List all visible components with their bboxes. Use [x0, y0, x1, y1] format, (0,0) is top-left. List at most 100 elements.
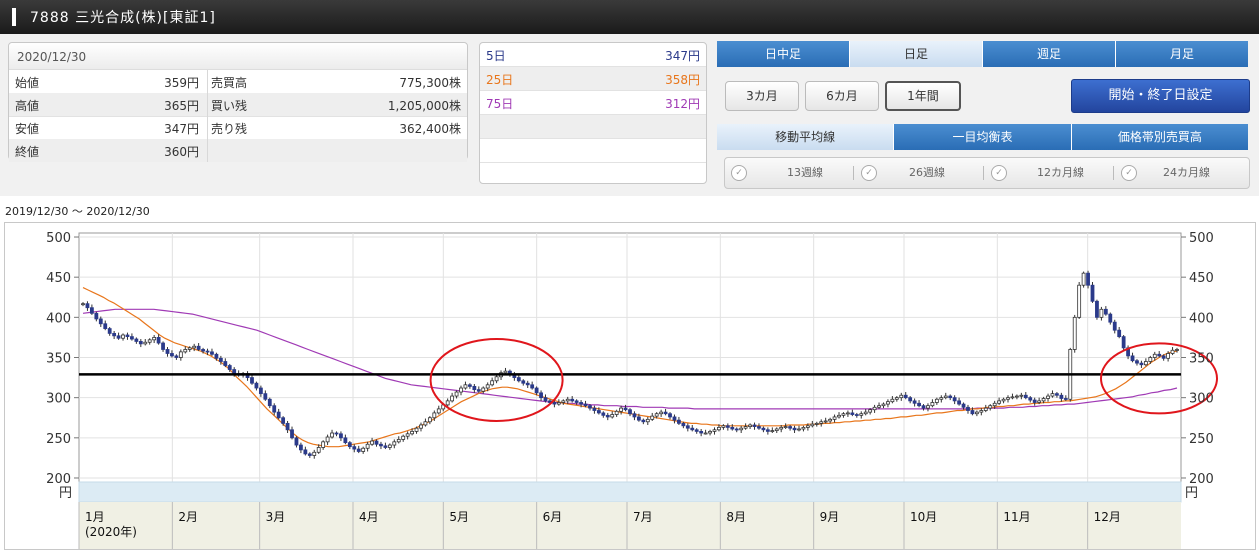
title-bar: 7888 三光合成(株)[東証1] [0, 0, 1259, 34]
candle-body [1170, 349, 1175, 354]
candle-body [792, 427, 797, 431]
candle-body [330, 432, 334, 438]
candle-body [281, 417, 286, 424]
candle-body [276, 411, 281, 419]
divider [853, 166, 854, 180]
candle-body [481, 387, 486, 392]
candle-body [1117, 329, 1122, 338]
ma-row-empty [480, 115, 706, 139]
candle-body [383, 445, 388, 448]
tab-moving-average[interactable]: 移動平均線 [717, 124, 895, 150]
ma-value: 358円 [665, 73, 700, 87]
candle-body [605, 414, 610, 418]
quote-value: 359円 [164, 76, 199, 90]
candle-body [187, 347, 192, 350]
y-tick-label: 400 [1189, 311, 1214, 326]
candle-body [903, 394, 908, 399]
candle-body [156, 337, 161, 344]
candle-body [192, 345, 197, 349]
toggle-24m[interactable]: ✓ 24カ月線 [1121, 158, 1245, 188]
candle-body [379, 443, 383, 447]
candle-body [1072, 316, 1077, 350]
candle-body [708, 430, 712, 434]
candle-body [659, 411, 664, 415]
y-tick-label: 250 [46, 432, 71, 447]
candle-body [743, 426, 748, 429]
candle-body [361, 447, 366, 452]
candle-body [1112, 321, 1117, 331]
tab-weekly[interactable]: 週足 [983, 41, 1116, 67]
month-label: 6月 [543, 510, 563, 524]
candle-body [285, 422, 290, 431]
candle-body [641, 419, 646, 423]
period-tabs: 日中足 日足 週足 月足 [717, 41, 1248, 67]
candle-body [614, 410, 619, 415]
y-tick-label: 250 [1189, 432, 1214, 447]
candle-body [1139, 362, 1144, 366]
candle-body [494, 376, 499, 382]
candle-body [436, 408, 441, 414]
candle-body [112, 333, 117, 337]
quote-label: 高値 [15, 99, 40, 113]
candle-body [352, 446, 357, 450]
candle-body [1121, 336, 1126, 349]
candle-body [1001, 398, 1006, 402]
tab-ichimoku[interactable]: 一目均衡表 [894, 124, 1072, 150]
candle-body [717, 426, 721, 431]
candle-body [983, 407, 988, 411]
candle-body [263, 393, 268, 400]
tab-daily[interactable]: 日足 [850, 41, 983, 67]
candle-body [757, 426, 761, 429]
candle-body [454, 391, 459, 397]
candle [1095, 299, 1099, 320]
candle-body [654, 413, 659, 417]
set-date-range-button[interactable]: 開始・終了日設定 [1071, 79, 1250, 113]
toggle-13w[interactable]: ✓ 13週線 [731, 158, 855, 188]
quote-date: 2020/12/30 [17, 50, 87, 64]
candle-body [299, 444, 303, 451]
candle-body [926, 405, 930, 409]
y-tick-label: 500 [46, 231, 71, 246]
quote-value: 365円 [164, 99, 199, 113]
y-tick-label: 200 [46, 472, 71, 487]
range-3m-button[interactable]: 3カ月 [725, 81, 799, 111]
candle-body [165, 349, 170, 354]
candle-body [1148, 357, 1153, 362]
quote-value: 775,300株 [399, 76, 461, 90]
candle-body [290, 429, 294, 439]
candle-body [570, 398, 575, 402]
toggle-12m[interactable]: ✓ 12カ月線 [991, 158, 1115, 188]
candle-body [979, 410, 984, 413]
candle-body [530, 384, 535, 389]
ma-row-5: 5日 347円 [480, 43, 706, 67]
candle-body [410, 430, 414, 435]
tab-volume-by-price[interactable]: 価格帯別売買高 [1071, 124, 1248, 150]
candle-body [205, 350, 210, 353]
candle-body [1077, 284, 1082, 318]
tab-intraday[interactable]: 日中足 [717, 41, 850, 67]
candle-body [748, 424, 752, 427]
stock-title: 7888 三光合成(株)[東証1] [30, 10, 216, 26]
candle-body [774, 428, 779, 431]
toggle-26w[interactable]: ✓ 26週線 [861, 158, 985, 188]
candle-body [392, 441, 397, 446]
y-tick-label: 450 [46, 271, 71, 286]
quote-row-high: 高値 365円 買い残 1,205,000株 [9, 93, 467, 117]
tab-monthly[interactable]: 月足 [1116, 41, 1248, 67]
candle-body [770, 430, 775, 432]
candle-body [516, 377, 521, 382]
candle-body [681, 422, 686, 427]
candle-body [468, 384, 472, 387]
range-6m-button[interactable]: 6カ月 [805, 81, 879, 111]
candle-body [1028, 397, 1033, 401]
candle-body [1135, 360, 1139, 364]
candle-body [899, 394, 904, 399]
candle-body [552, 402, 557, 405]
candle-body [85, 303, 90, 309]
candle-body [628, 409, 632, 415]
candle-body [556, 402, 561, 405]
candle-body [596, 410, 601, 414]
date-strip [78, 481, 1182, 503]
range-1y-button[interactable]: 1年間 [885, 81, 961, 111]
candle-body [645, 418, 650, 423]
